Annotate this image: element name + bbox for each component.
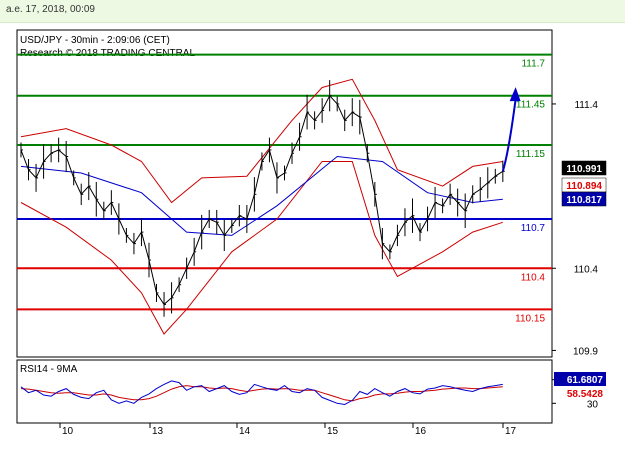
rsi-tick-label: 30 bbox=[587, 399, 599, 410]
main-panel bbox=[16, 29, 553, 358]
level-label: 111.45 bbox=[516, 100, 546, 111]
price-flag-label: 110.991 bbox=[566, 164, 602, 175]
price-chart: USD/JPY - 30min - 2:09:06 (CET) Research… bbox=[16, 29, 607, 437]
price-flag-label: 110.817 bbox=[566, 195, 602, 206]
price-flag-label: 110.894 bbox=[566, 181, 602, 192]
price-flags: 110.991 110.894 110.817 bbox=[561, 160, 607, 207]
chart-title: USD/JPY - 30min - 2:09:06 (CET) bbox=[20, 35, 170, 46]
y-axis: 109.9 110.4 111.4 bbox=[552, 100, 598, 357]
x-tick-label: 14 bbox=[239, 426, 251, 437]
y-tick-label: 109.9 bbox=[573, 346, 598, 357]
rsi-value-label: 61.6807 bbox=[567, 375, 604, 386]
x-tick-label: 10 bbox=[62, 426, 74, 437]
x-axis: 10 13 14 15 16 17 bbox=[59, 423, 517, 437]
x-tick-label: 13 bbox=[152, 426, 164, 437]
rsi-title: RSI14 - 9MA bbox=[20, 364, 78, 375]
level-label: 111.15 bbox=[516, 149, 546, 160]
level-label: 111.7 bbox=[521, 59, 545, 70]
y-tick-label: 111.4 bbox=[574, 100, 598, 111]
level-label: 110.15 bbox=[515, 313, 545, 324]
x-tick-label: 15 bbox=[327, 426, 339, 437]
level-label: 110.4 bbox=[521, 272, 546, 283]
y-tick-label: 110.4 bbox=[574, 264, 599, 275]
rsi-ma-label: 58.5428 bbox=[567, 389, 604, 400]
x-tick-label: 17 bbox=[505, 426, 517, 437]
x-tick-label: 16 bbox=[415, 426, 427, 437]
chart-subtitle: Research © 2018 TRADING CENTRAL bbox=[20, 48, 195, 59]
level-label: 110.7 bbox=[521, 223, 546, 234]
